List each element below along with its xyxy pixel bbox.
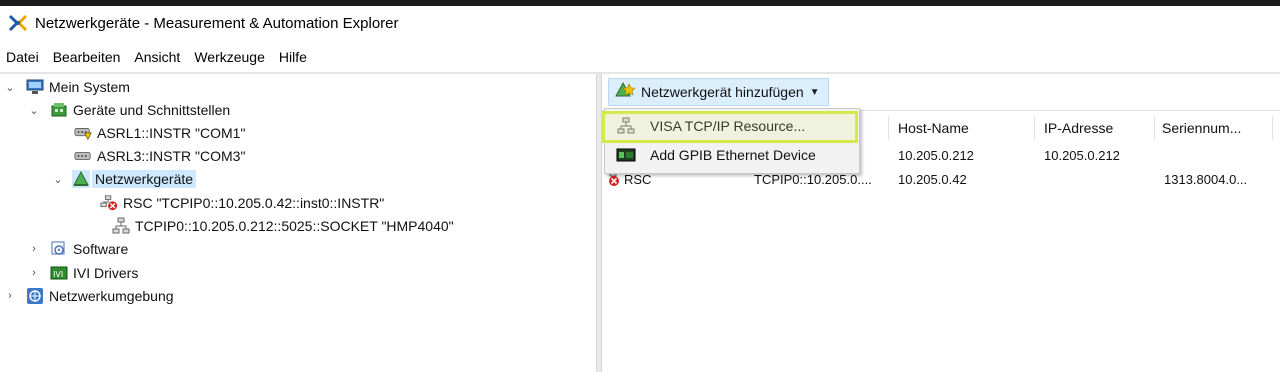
menu-item-visa-tcpip-resource[interactable]: VISA TCP/IP Resource... bbox=[605, 112, 859, 140]
tree-label: ASRL3::INSTR "COM3" bbox=[97, 148, 246, 164]
title-bar: Netzwerkgeräte - Measurement & Automatio… bbox=[0, 6, 1280, 40]
tree-item-netzwerkumgebung[interactable]: › Netzwerkumgebung bbox=[4, 285, 174, 307]
computer-icon bbox=[26, 78, 44, 96]
tree-label: IVI Drivers bbox=[73, 265, 139, 281]
column-separator bbox=[888, 116, 889, 140]
tree-item-hmp4040[interactable]: TCPIP0::10.205.0.212::5025::SOCKET "HMP4… bbox=[100, 215, 454, 237]
add-button-label: Netzwerkgerät hinzufügen bbox=[641, 84, 804, 100]
tree-item-asrl3[interactable]: ASRL3::INSTR "COM3" bbox=[74, 145, 245, 167]
chevron-down-icon[interactable]: ⌄ bbox=[4, 76, 16, 98]
ivi-drivers-icon: IVI bbox=[50, 264, 68, 282]
serial-port-icon bbox=[74, 147, 92, 165]
tree-label: Netzwerkumgebung bbox=[49, 288, 174, 304]
window-title: Netzwerkgeräte - Measurement & Automatio… bbox=[35, 14, 399, 32]
svg-text:IVI: IVI bbox=[53, 270, 63, 279]
column-separator bbox=[1154, 116, 1155, 140]
tree-item-ivi-drivers[interactable]: › IVI IVI Drivers bbox=[28, 262, 138, 284]
software-icon bbox=[50, 240, 68, 258]
network-neighborhood-icon bbox=[26, 287, 44, 305]
menu-hilfe[interactable]: Hilfe bbox=[272, 49, 314, 65]
serial-port-warning-icon bbox=[74, 124, 92, 142]
menu-bar: Datei Bearbeiten Ansicht Werkzeuge Hilfe bbox=[0, 44, 314, 70]
menu-item-label: VISA TCP/IP Resource... bbox=[650, 118, 806, 134]
tree-label: ASRL1::INSTR "COM1" bbox=[97, 125, 246, 141]
cell-serial: 1313.8004.0... bbox=[1164, 172, 1248, 187]
mae-app-icon bbox=[7, 12, 29, 34]
network-add-icon bbox=[615, 81, 636, 103]
dropdown-arrow-icon[interactable]: ▼ bbox=[810, 87, 820, 98]
cell-ip: 10.205.0.212 bbox=[1044, 148, 1120, 163]
tree-item-mein-system[interactable]: ⌄ Mein System bbox=[4, 76, 130, 98]
tree-item-rsc[interactable]: RSC "TCPIP0::10.205.0.42::inst0::INSTR" bbox=[100, 192, 384, 214]
devices-icon bbox=[50, 101, 68, 119]
chevron-down-icon[interactable]: ⌄ bbox=[28, 99, 40, 121]
network-device-icon bbox=[112, 217, 130, 235]
column-separator bbox=[1272, 116, 1273, 140]
column-header-host-name[interactable]: Host-Name bbox=[898, 114, 969, 142]
column-header-ip-adresse[interactable]: IP-Adresse bbox=[1044, 114, 1113, 142]
tree-item-asrl1[interactable]: ASRL1::INSTR "COM1" bbox=[74, 122, 245, 144]
cell-host: 10.205.0.212 bbox=[898, 148, 974, 163]
tree-label: TCPIP0::10.205.0.212::5025::SOCKET "HMP4… bbox=[135, 218, 454, 234]
column-header-seriennummer[interactable]: Seriennum... bbox=[1162, 114, 1241, 142]
network-device-error-icon bbox=[100, 194, 118, 212]
tree-item-software[interactable]: › Software bbox=[28, 238, 128, 260]
menu-bearbeiten[interactable]: Bearbeiten bbox=[46, 49, 128, 65]
tree-label: Software bbox=[73, 241, 129, 257]
tree-label: Mein System bbox=[49, 79, 130, 95]
configuration-tree[interactable]: ⌄ Mein System ⌄ Geräte und Schnittstelle… bbox=[0, 76, 596, 372]
menu-item-add-gpib-ethernet[interactable]: Add GPIB Ethernet Device bbox=[605, 141, 859, 169]
tree-label: RSC "TCPIP0::10.205.0.42::inst0::INSTR" bbox=[123, 195, 385, 211]
tcpip-resource-icon bbox=[616, 117, 636, 135]
gpib-ethernet-icon bbox=[616, 146, 636, 164]
menu-ansicht[interactable]: Ansicht bbox=[127, 49, 187, 65]
chevron-down-icon[interactable]: ⌄ bbox=[52, 168, 64, 190]
add-device-dropdown-menu: VISA TCP/IP Resource... Add GPIB Etherne… bbox=[604, 108, 860, 174]
add-network-device-button[interactable]: Netzwerkgerät hinzufügen ▼ bbox=[608, 78, 829, 106]
tree-label: Geräte und Schnittstellen bbox=[73, 102, 231, 118]
network-devices-icon bbox=[72, 170, 90, 188]
menu-datei[interactable]: Datei bbox=[0, 49, 46, 65]
toolbar: Netzwerkgerät hinzufügen ▼ bbox=[602, 74, 1280, 111]
tree-item-geraete-schnittstellen[interactable]: ⌄ Geräte und Schnittstellen bbox=[28, 99, 230, 121]
tree-label-selected: Netzwerkgeräte bbox=[92, 170, 197, 188]
menu-item-label: Add GPIB Ethernet Device bbox=[650, 147, 816, 163]
chevron-right-icon[interactable]: › bbox=[28, 238, 40, 260]
chevron-right-icon[interactable]: › bbox=[4, 285, 16, 307]
menu-werkzeuge[interactable]: Werkzeuge bbox=[187, 49, 272, 65]
column-separator bbox=[1034, 116, 1035, 140]
cell-host: 10.205.0.42 bbox=[898, 172, 967, 187]
tree-item-netzwerkgeraete[interactable]: ⌄ Netzwerkgeräte bbox=[52, 168, 197, 190]
cell-resource: TCPIP0::10.205.0.... bbox=[754, 172, 872, 187]
chevron-right-icon[interactable]: › bbox=[28, 262, 40, 284]
